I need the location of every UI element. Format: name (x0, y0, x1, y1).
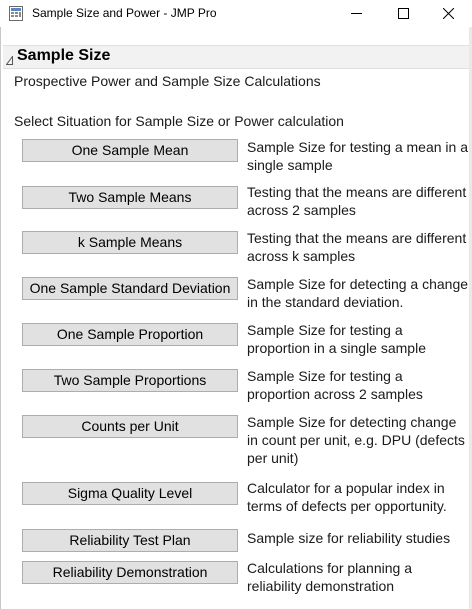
situation-description: Sample Size for testing a proportion in … (247, 322, 426, 356)
minimize-icon (351, 13, 362, 14)
sigma-quality-level-button[interactable]: Sigma Quality Level (22, 482, 238, 505)
two-sample-means-button[interactable]: Two Sample Means (22, 186, 238, 209)
situation-description: Calculations for planning a reliability … (247, 560, 412, 594)
window-title: Sample Size and Power - JMP Pro (32, 6, 217, 20)
situation-description: Testing that the means are different acr… (247, 230, 467, 264)
k-sample-means-button[interactable]: k Sample Means (22, 231, 238, 254)
minimize-button[interactable] (334, 0, 380, 27)
situation-description: Sample Size for detecting a change in th… (247, 276, 469, 310)
situation-description: Sample Size for testing a proportion acr… (247, 368, 423, 402)
reliability-demonstration-button[interactable]: Reliability Demonstration (22, 561, 238, 584)
instructions-text: Select Situation for Sample Size or Powe… (14, 113, 344, 129)
counts-per-unit-button[interactable]: Counts per Unit (22, 415, 238, 438)
two-sample-proportions-button[interactable]: Two Sample Proportions (22, 369, 238, 392)
situation-description: Sample size for reliability studies (247, 530, 451, 546)
situation-description: Sample Size for detecting change in coun… (247, 414, 465, 466)
situation-description: Sample Size for testing a mean in a sing… (247, 139, 469, 173)
window-left-border (0, 27, 1, 609)
section-title: Sample Size (17, 47, 111, 64)
situation-description: Testing that the means are different acr… (247, 184, 467, 218)
section-subtitle: Prospective Power and Sample Size Calcul… (14, 73, 321, 89)
maximize-icon (398, 8, 409, 19)
one-sample-mean-button[interactable]: One Sample Mean (22, 139, 238, 162)
situation-description: Calculator for a popular index in terms … (247, 480, 447, 514)
maximize-button[interactable] (381, 0, 427, 27)
disclosure-triangle-icon[interactable] (5, 52, 13, 70)
close-button[interactable] (426, 0, 472, 27)
one-sample-proportion-button[interactable]: One Sample Proportion (22, 323, 238, 346)
close-icon (443, 8, 454, 19)
jmp-app-icon (9, 6, 23, 21)
outline-box-header[interactable]: Sample Size (3, 45, 469, 69)
reliability-test-plan-button[interactable]: Reliability Test Plan (22, 529, 238, 552)
one-sample-standard-deviation-button[interactable]: One Sample Standard Deviation (22, 277, 238, 300)
title-bar: Sample Size and Power - JMP Pro (0, 0, 472, 27)
